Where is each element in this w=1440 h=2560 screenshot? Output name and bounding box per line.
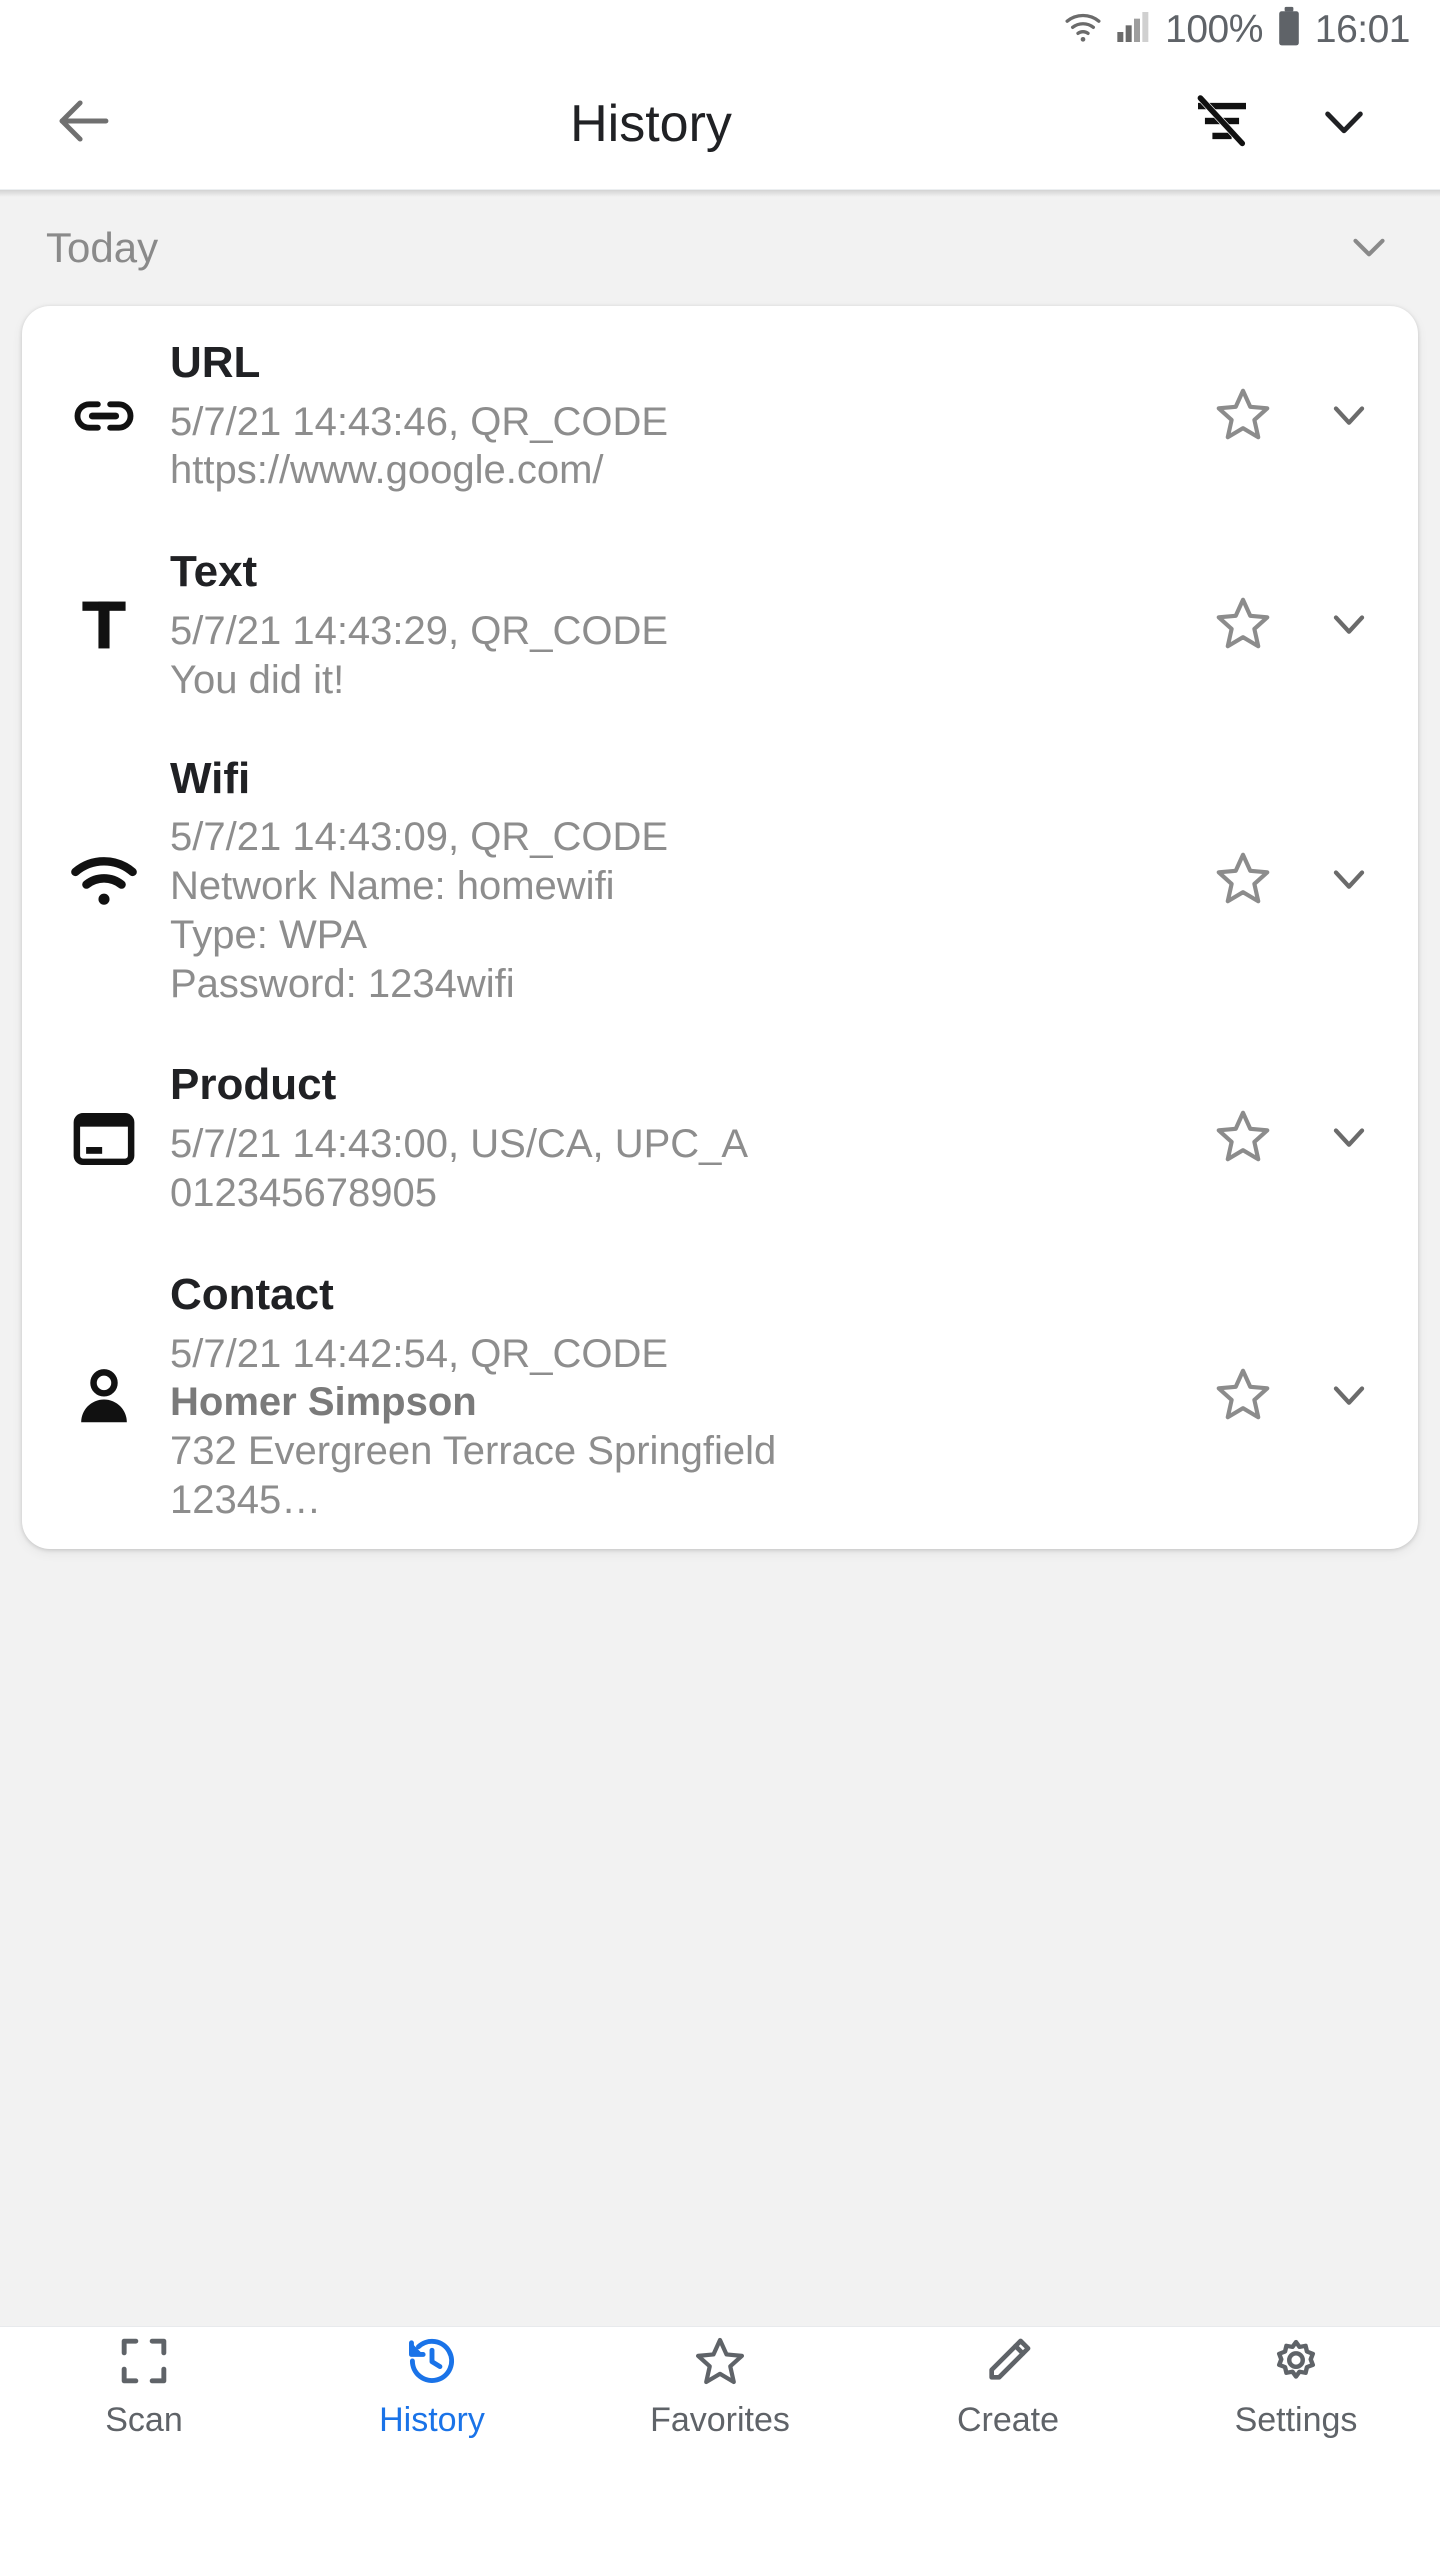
back-button[interactable] [36, 76, 132, 172]
history-item-meta: 5/7/21 14:43:29, QR_CODE [170, 608, 669, 653]
cellular-signal-icon [1114, 7, 1154, 52]
star-outline-icon [692, 2333, 748, 2394]
status-bar: 100% 16:01 [0, 0, 1440, 58]
history-item-meta: 5/7/21 14:43:00, US/CA, UPC_A [170, 1122, 749, 1167]
page-title: History [570, 94, 732, 153]
clock-label: 16:01 [1314, 7, 1411, 51]
star-outline-icon [1212, 1363, 1274, 1430]
history-card: URL 5/7/21 14:43:46, QR_CODE https://www… [22, 306, 1418, 1549]
history-item-detail: Password: 1234wifi [170, 961, 515, 1006]
chevron-down-icon [1323, 1368, 1375, 1425]
history-item-body: Wifi 5/7/21 14:43:09, QR_CODE Network Na… [160, 729, 1188, 1033]
nav-item-history[interactable]: History [288, 2333, 576, 2437]
nav-label-favorites: Favorites [650, 2401, 790, 2439]
nav-label-create: Create [956, 2401, 1060, 2439]
chevron-down-icon [1323, 388, 1375, 445]
nav-item-favorites[interactable]: Favorites [576, 2333, 864, 2437]
favorite-button[interactable] [1204, 1358, 1282, 1436]
history-item-title: URL [170, 337, 261, 387]
chevron-down-icon [1323, 852, 1375, 909]
chevron-down-icon[interactable] [1344, 221, 1394, 276]
history-item-detail: Network Name: homewifi [170, 864, 615, 909]
history-item-title: Wifi [170, 753, 251, 803]
star-outline-icon [1212, 383, 1274, 450]
wifi-icon [1063, 7, 1103, 52]
history-clock-icon [404, 2333, 460, 2394]
nav-item-create[interactable]: Create [864, 2333, 1152, 2437]
expand-button[interactable] [1310, 1100, 1388, 1178]
history-item-detail: https://www.google.com/ [170, 448, 604, 493]
history-item-body: Product 5/7/21 14:43:00, US/CA, UPC_A 01… [160, 1035, 1188, 1242]
favorite-button[interactable] [1204, 1100, 1282, 1178]
group-header-label: Today [46, 224, 159, 271]
history-item-actions [1188, 842, 1388, 920]
favorite-button[interactable] [1204, 377, 1282, 455]
history-item-meta: 5/7/21 14:43:46, QR_CODE [170, 399, 669, 444]
favorite-button[interactable] [1204, 586, 1282, 664]
sort-filter-off-icon [1190, 89, 1254, 158]
status-bar-icons: 100% 16:01 [1063, 6, 1411, 53]
expand-button[interactable] [1310, 377, 1388, 455]
star-outline-icon [1212, 847, 1274, 914]
chevron-down-icon [1316, 93, 1372, 154]
history-item-detail: 732 Evergreen Terrace Springfield [170, 1429, 777, 1474]
filter-off-button[interactable] [1180, 82, 1264, 166]
history-item-body: Contact 5/7/21 14:42:54, QR_CODE Homer S… [160, 1245, 1188, 1549]
expand-button[interactable] [1310, 842, 1388, 920]
nav-item-scan[interactable]: Scan [0, 2333, 288, 2437]
favorite-button[interactable] [1204, 842, 1282, 920]
history-item-actions [1188, 1100, 1388, 1178]
history-item-contact[interactable]: Contact 5/7/21 14:42:54, QR_CODE Homer S… [22, 1245, 1418, 1549]
bottom-navigation: Scan History Favorites Create Settings [0, 2326, 1440, 2443]
star-outline-icon [1212, 1105, 1274, 1172]
expand-all-button[interactable] [1302, 82, 1386, 166]
expand-button[interactable] [1310, 586, 1388, 664]
history-item-detail: You did it! [170, 657, 345, 702]
history-item-contact-name: Homer Simpson [170, 1380, 477, 1425]
history-content: Today URL 5/7/21 14:43:46, QR_CODE https… [0, 190, 1440, 2443]
history-item-detail: 12345… [170, 1477, 322, 1522]
wifi-icon [48, 842, 160, 920]
history-item-detail: 012345678905 [170, 1171, 437, 1216]
history-item-product[interactable]: Product 5/7/21 14:43:00, US/CA, UPC_A 01… [22, 1033, 1418, 1245]
history-item-title: Text [170, 547, 258, 596]
nav-label-history: History [379, 2401, 485, 2439]
history-item-meta: 5/7/21 14:42:54, QR_CODE [170, 1331, 669, 1376]
nav-label-settings: Settings [1234, 2401, 1358, 2439]
history-item-title: Contact [170, 1269, 334, 1319]
battery-full-icon [1274, 6, 1304, 53]
person-icon [48, 1360, 160, 1434]
text-icon [48, 588, 160, 662]
nav-label-scan: Scan [105, 2401, 183, 2439]
gear-icon [1268, 2333, 1324, 2394]
history-item-title: Product [170, 1060, 337, 1110]
chevron-down-icon [1323, 1110, 1375, 1167]
group-header-today[interactable]: Today [0, 190, 1440, 306]
history-item-wifi[interactable]: Wifi 5/7/21 14:43:09, QR_CODE Network Na… [22, 729, 1418, 1033]
star-outline-icon [1212, 592, 1274, 659]
history-item-detail: Type: WPA [170, 913, 368, 957]
history-item-actions [1188, 1358, 1388, 1436]
scan-frame-icon [116, 2333, 172, 2394]
product-card-icon [48, 1102, 160, 1176]
app-bar-actions [1180, 82, 1404, 166]
chevron-down-icon [1323, 597, 1375, 654]
history-item-body: Text 5/7/21 14:43:29, QR_CODE You did it… [160, 522, 1188, 729]
history-item-url[interactable]: URL 5/7/21 14:43:46, QR_CODE https://www… [22, 310, 1418, 522]
battery-percent-label: 100% [1165, 7, 1263, 51]
history-item-body: URL 5/7/21 14:43:46, QR_CODE https://www… [160, 313, 1188, 520]
history-item-actions [1188, 377, 1388, 455]
history-item-meta: 5/7/21 14:43:09, QR_CODE [170, 815, 669, 860]
app-bar: History [0, 58, 1440, 190]
expand-button[interactable] [1310, 1358, 1388, 1436]
back-arrow-icon [53, 90, 115, 157]
history-item-text[interactable]: Text 5/7/21 14:43:29, QR_CODE You did it… [22, 522, 1418, 729]
history-item-actions [1188, 586, 1388, 664]
pencil-icon [980, 2333, 1036, 2394]
nav-item-settings[interactable]: Settings [1152, 2333, 1440, 2437]
link-icon [48, 379, 160, 453]
